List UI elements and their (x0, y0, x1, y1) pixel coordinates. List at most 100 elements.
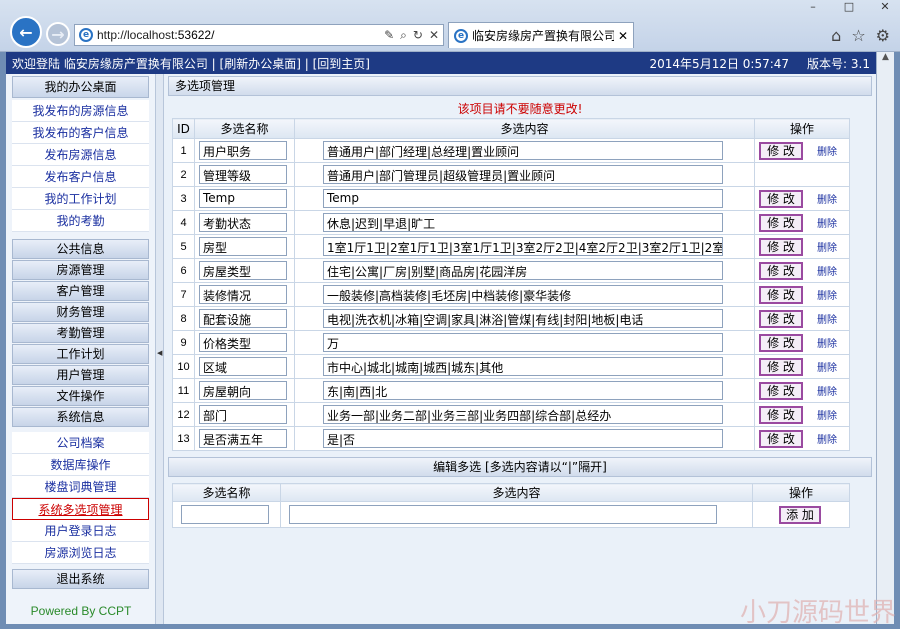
browser-tab[interactable]: e 临安房缘房产置换有限公司... ✕ (448, 22, 634, 48)
delete-link[interactable]: 删除 (817, 311, 837, 326)
edit-button[interactable]: 修 改 (759, 237, 803, 256)
edit-button[interactable]: 修 改 (759, 333, 803, 352)
sidebar-group-clients[interactable]: 客户管理 (12, 281, 149, 301)
option-name-field[interactable]: 考勤状态 (199, 213, 287, 232)
favorites-star-icon[interactable]: ☆ (851, 26, 865, 45)
compat-icon[interactable]: ✎ (384, 28, 394, 43)
option-content-field[interactable]: 电视|洗衣机|冰箱|空调|家具|淋浴|管煤|有线|封阳|地板|电话 (323, 309, 723, 328)
delete-link[interactable]: 删除 (817, 335, 837, 350)
option-content-field[interactable]: Temp (323, 189, 723, 208)
edit-button[interactable]: 修 改 (759, 429, 803, 448)
tab-close-icon[interactable]: ✕ (618, 29, 628, 43)
sidebar-item-my-clients[interactable]: 我发布的客户信息 (12, 122, 149, 144)
table-row: 6 房屋类型 住宅|公寓|厂房|别墅|商品房|花园洋房 修 改删除 (172, 258, 850, 283)
option-name-field[interactable]: 房屋类型 (199, 261, 287, 280)
scroll-up-icon[interactable]: ▲ (877, 52, 894, 68)
edit-button[interactable]: 修 改 (759, 189, 803, 208)
option-name-field[interactable]: 区域 (199, 357, 287, 376)
sidebar-item-browse-log[interactable]: 房源浏览日志 (12, 542, 149, 564)
sidebar-item-post-listing[interactable]: 发布房源信息 (12, 144, 149, 166)
option-content-field[interactable]: 1室1厅1卫|2室1厅1卫|3室1厅1卫|3室2厅2卫|4室2厅2卫|3室2厅1… (323, 237, 723, 256)
option-content-field[interactable]: 是|否 (323, 429, 723, 448)
minimize-button[interactable]: – (802, 0, 824, 13)
edit-button[interactable]: 修 改 (759, 285, 803, 304)
sidebar-item-post-client[interactable]: 发布客户信息 (12, 166, 149, 188)
sidebar-item-work-plan[interactable]: 我的工作计划 (12, 188, 149, 210)
sidebar-item-database[interactable]: 数据库操作 (12, 454, 149, 476)
option-content-field[interactable]: 普通用户|部门管理员|超级管理员|置业顾问 (323, 165, 723, 184)
page-scrollbar[interactable]: ▲ (876, 52, 894, 624)
delete-link[interactable]: 删除 (817, 239, 837, 254)
delete-link[interactable]: 删除 (817, 383, 837, 398)
option-name-field[interactable]: 是否满五年 (199, 429, 287, 448)
home-icon[interactable]: ⌂ (831, 26, 841, 45)
edit-button[interactable]: 修 改 (759, 381, 803, 400)
url-text[interactable]: http://localhost:53622/ (97, 28, 380, 42)
close-window-button[interactable]: ✕ (874, 0, 896, 13)
edit-button[interactable]: 修 改 (759, 213, 803, 232)
home-link[interactable]: [回到主页] (313, 57, 370, 71)
sidebar-group-attendance[interactable]: 考勤管理 (12, 323, 149, 343)
option-name-field[interactable]: 房屋朝向 (199, 381, 287, 400)
option-name-field[interactable]: 管理等级 (199, 165, 287, 184)
sidebar: 我的办公桌面 我发布的房源信息 我发布的客户信息 发布房源信息 发布客户信息 我… (6, 74, 156, 624)
sidebar-group-work-plan[interactable]: 工作计划 (12, 344, 149, 364)
option-content-field[interactable]: 市中心|城北|城南|城西|城东|其他 (323, 357, 723, 376)
sidebar-item-login-log[interactable]: 用户登录日志 (12, 520, 149, 542)
address-bar[interactable]: e http://localhost:53622/ ✎ ⌕ ↻ ✕ (74, 24, 444, 46)
delete-link[interactable]: 删除 (817, 215, 837, 230)
sidebar-desk-title[interactable]: 我的办公桌面 (12, 76, 149, 98)
option-content-field[interactable]: 普通用户|部门经理|总经理|置业顾问 (323, 141, 723, 160)
option-name-field[interactable]: 价格类型 (199, 333, 287, 352)
delete-link[interactable]: 删除 (817, 191, 837, 206)
sidebar-group-public[interactable]: 公共信息 (12, 239, 149, 259)
delete-link[interactable]: 删除 (817, 407, 837, 422)
edit-button[interactable]: 修 改 (759, 357, 803, 376)
refresh-desk-link[interactable]: [刷新办公桌面] (220, 57, 301, 71)
option-name-field[interactable]: 房型 (199, 237, 287, 256)
option-content-field[interactable]: 一般装修|高档装修|毛坯房|中档装修|豪华装修 (323, 285, 723, 304)
option-content-field[interactable]: 休息|迟到|早退|旷工 (323, 213, 723, 232)
sidebar-group-system[interactable]: 系统信息 (12, 407, 149, 427)
option-content-field[interactable]: 业务一部|业务二部|业务三部|业务四部|综合部|总经办 (323, 405, 723, 424)
sidebar-item-multi-options[interactable]: 系统多选项管理 (12, 498, 149, 520)
edit-button[interactable]: 修 改 (759, 309, 803, 328)
collapse-arrow-icon[interactable]: ◀ (157, 349, 162, 357)
forward-button[interactable]: → (46, 22, 70, 46)
new-option-content-input[interactable] (289, 505, 717, 524)
option-name-field[interactable]: 用户职务 (199, 141, 287, 160)
sidebar-group-finance[interactable]: 财务管理 (12, 302, 149, 322)
new-option-name-input[interactable] (181, 505, 269, 524)
option-content-field[interactable]: 住宅|公寓|厂房|别墅|商品房|花园洋房 (323, 261, 723, 280)
option-name-field[interactable]: Temp (199, 189, 287, 208)
delete-link[interactable]: 删除 (817, 143, 837, 158)
sidebar-group-users[interactable]: 用户管理 (12, 365, 149, 385)
add-button[interactable]: 添 加 (779, 505, 821, 524)
maximize-button[interactable]: □ (838, 0, 860, 13)
edit-button[interactable]: 修 改 (759, 405, 803, 424)
option-name-field[interactable]: 配套设施 (199, 309, 287, 328)
search-icon[interactable]: ⌕ (400, 28, 407, 43)
sidebar-group-files[interactable]: 文件操作 (12, 386, 149, 406)
delete-link[interactable]: 删除 (817, 431, 837, 446)
sidebar-item-my-listings[interactable]: 我发布的房源信息 (12, 100, 149, 122)
stop-icon[interactable]: ✕ (429, 28, 439, 43)
option-name-field[interactable]: 部门 (199, 405, 287, 424)
sidebar-group-listings[interactable]: 房源管理 (12, 260, 149, 280)
edit-button[interactable]: 修 改 (759, 261, 803, 280)
delete-link[interactable]: 删除 (817, 287, 837, 302)
delete-link[interactable]: 删除 (817, 359, 837, 374)
sidebar-exit[interactable]: 退出系统 (12, 569, 149, 589)
option-name-field[interactable]: 装修情况 (199, 285, 287, 304)
edit-button[interactable]: 修 改 (759, 141, 803, 160)
refresh-icon[interactable]: ↻ (413, 28, 423, 43)
sidebar-splitter[interactable]: ◀ (156, 74, 164, 624)
option-content-field[interactable]: 东|南|西|北 (323, 381, 723, 400)
sidebar-item-building-dict[interactable]: 楼盘词典管理 (12, 476, 149, 498)
sidebar-item-company[interactable]: 公司档案 (12, 432, 149, 454)
back-button[interactable]: ← (10, 16, 42, 48)
option-content-field[interactable]: 万 (323, 333, 723, 352)
delete-link[interactable]: 删除 (817, 263, 837, 278)
settings-gear-icon[interactable]: ⚙ (876, 26, 890, 45)
sidebar-item-attendance[interactable]: 我的考勤 (12, 210, 149, 232)
